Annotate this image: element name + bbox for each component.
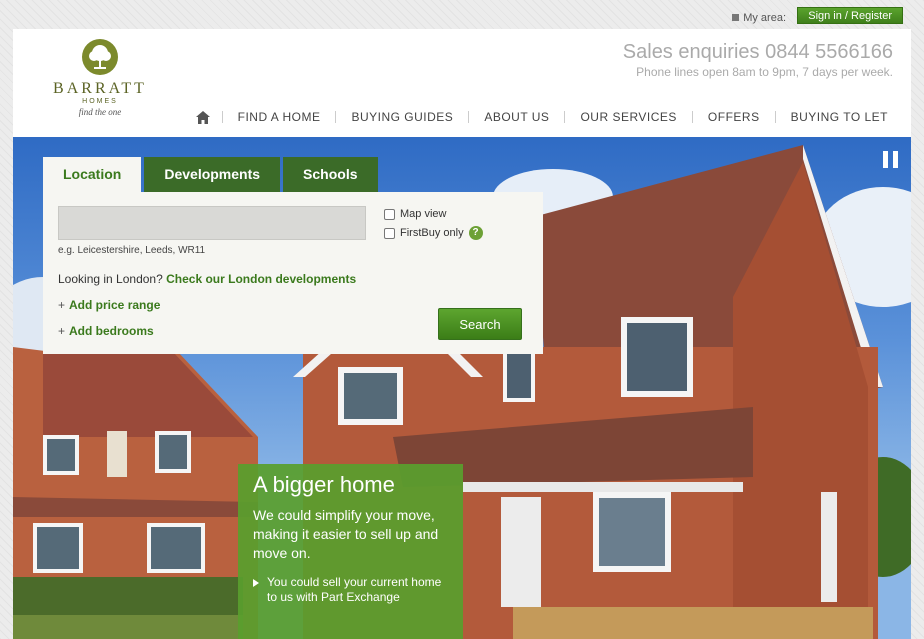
nav-find-a-home[interactable]: FIND A HOME <box>223 110 336 124</box>
tab-location[interactable]: Location <box>43 157 142 192</box>
barratt-logo[interactable]: BARRATT HOMES find the one <box>47 39 153 117</box>
tree-logo-icon <box>82 39 118 75</box>
london-prompt: Looking in London? Check our London deve… <box>58 272 357 286</box>
pause-bar <box>893 151 898 168</box>
hero-banner: Location Developments Schools e.g. Leice… <box>13 137 911 639</box>
promo-body: We could simplify your move, making it e… <box>253 507 439 561</box>
logo-sub: HOMES <box>82 98 118 105</box>
bullet-square-icon <box>732 14 740 21</box>
my-area-label: My area: <box>732 12 786 24</box>
nav-buying-guides[interactable]: BUYING GUIDES <box>336 110 468 124</box>
nav-offers[interactable]: OFFERS <box>693 110 775 124</box>
london-developments-link[interactable]: Check our London developments <box>166 272 356 286</box>
triangle-bullet-icon <box>253 579 259 587</box>
search-tabs: Location Developments Schools <box>43 157 378 192</box>
main-nav: FIND A HOME BUYING GUIDES ABOUT US OUR S… <box>195 110 903 124</box>
search-button[interactable]: Search <box>438 308 522 340</box>
sales-enquiries: Sales enquiries 0844 5566166 Phone lines… <box>623 41 893 79</box>
site-header: BARRATT HOMES find the one Sales enquiri… <box>13 29 911 137</box>
part-exchange-link[interactable]: You could sell your current home to us w… <box>267 575 448 605</box>
search-panel: e.g. Leicestershire, Leeds, WR11 Map vie… <box>43 192 543 354</box>
pause-bar <box>883 151 888 168</box>
checkbox-box[interactable] <box>384 227 395 239</box>
plus-icon: + <box>58 298 66 312</box>
sign-in-register-button[interactable]: Sign in / Register <box>797 7 903 24</box>
promo-box[interactable]: A bigger home We could simplify your mov… <box>238 464 463 639</box>
add-bedrooms-link[interactable]: + Add bedrooms <box>58 324 154 338</box>
top-strip: My area: Sign in / Register <box>0 0 924 29</box>
promo-bullet[interactable]: You could sell your current home to us w… <box>253 575 448 605</box>
map-view-checkbox[interactable]: Map view <box>384 208 446 220</box>
logo-brand: BARRATT <box>53 80 147 97</box>
search-example-hint: e.g. Leicestershire, Leeds, WR11 <box>58 245 206 256</box>
promo-title: A bigger home <box>253 472 395 497</box>
location-search-input[interactable] <box>58 206 366 240</box>
plus-icon: + <box>58 324 66 338</box>
add-price-range-link[interactable]: + Add price range <box>58 298 160 312</box>
pause-slideshow-button[interactable] <box>883 151 898 168</box>
nav-our-services[interactable]: OUR SERVICES <box>565 110 691 124</box>
logo-tagline: find the one <box>78 107 122 117</box>
firstbuy-only-checkbox[interactable]: FirstBuy only ? <box>384 226 483 240</box>
house-icon[interactable] <box>195 110 222 124</box>
checkbox-box[interactable] <box>384 208 395 220</box>
help-icon[interactable]: ? <box>468 226 483 240</box>
nav-buying-to-let[interactable]: BUYING TO LET <box>776 110 903 124</box>
phone-hours: Phone lines open 8am to 9pm, 7 days per … <box>636 65 893 79</box>
nav-about-us[interactable]: ABOUT US <box>469 110 564 124</box>
sales-phone: Sales enquiries 0844 5566166 <box>622 41 893 63</box>
tab-developments[interactable]: Developments <box>144 157 281 192</box>
tab-schools[interactable]: Schools <box>283 157 378 192</box>
